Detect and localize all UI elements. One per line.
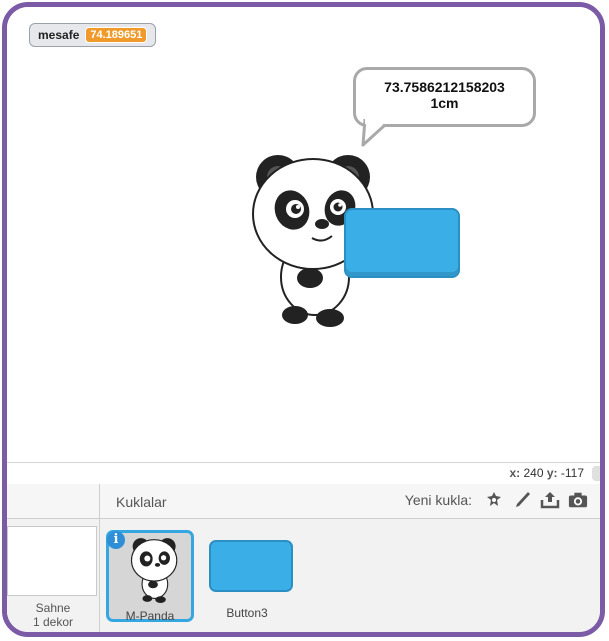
upload-icon[interactable] xyxy=(540,490,560,510)
speech-line-1: 73.7586212158203 xyxy=(384,79,505,95)
sprite-thumb-button3[interactable]: Button3 xyxy=(203,530,293,622)
x-label: x: xyxy=(509,466,521,480)
sprites-header: Kuklalar Yeni kukla: xyxy=(100,484,600,519)
mouse-coordinates: x: 240 y: -117 xyxy=(509,466,584,480)
stage-name: Sahne xyxy=(35,601,71,615)
speech-line-2: 1cm xyxy=(430,95,459,111)
variable-name: mesafe xyxy=(38,28,80,42)
camera-icon[interactable] xyxy=(568,490,588,510)
stage[interactable]: mesafe 74.189651 73.7586212158203 1cm xyxy=(7,7,600,462)
sprites-title: Kuklalar xyxy=(116,494,167,510)
paint-brush-icon[interactable] xyxy=(512,490,532,510)
bottom-panel: Sahne 1 dekor Kuklalar Yeni kukla: i M-P… xyxy=(7,484,600,632)
variable-value: 74.189651 xyxy=(85,27,148,43)
info-icon[interactable]: i xyxy=(107,531,125,549)
stage-label: Sahne 1 dekor xyxy=(7,601,99,629)
speech-bubble: 73.7586212158203 1cm xyxy=(353,67,536,127)
panda-thumbnail-icon xyxy=(130,538,178,603)
sprite-thumbnail[interactable]: i M-Panda xyxy=(106,530,194,623)
sprite-library-icon[interactable] xyxy=(484,490,504,510)
stage-thumbnail[interactable] xyxy=(7,526,97,596)
button3-sprite[interactable] xyxy=(344,208,460,278)
sprite-name: Button3 xyxy=(226,606,268,620)
app-frame: mesafe 74.189651 73.7586212158203 1cm x:… xyxy=(2,2,605,637)
sprite-name: M-Panda xyxy=(125,609,175,623)
y-label: y: xyxy=(546,466,558,480)
stage-pane[interactable]: Sahne 1 dekor xyxy=(7,484,100,632)
variable-monitor[interactable]: mesafe 74.189651 xyxy=(29,23,157,47)
y-value: -117 xyxy=(560,466,584,480)
sprite-thumbnail[interactable]: Button3 xyxy=(203,530,293,622)
new-sprite-label: Yeni kukla: xyxy=(404,492,472,508)
backdrop-count: 1 dekor xyxy=(32,615,74,629)
button-thumbnail-icon xyxy=(209,540,293,592)
new-sprite-toolbar: Yeni kukla: xyxy=(405,490,588,510)
collapse-arrow-icon[interactable] xyxy=(592,466,600,481)
speech-bubble-tail xyxy=(361,119,387,147)
stage-pane-header xyxy=(7,484,99,519)
x-value: 240 xyxy=(523,466,544,480)
stage-status-bar: x: 240 y: -117 xyxy=(7,462,600,485)
sprite-thumb-m-panda[interactable]: i M-Panda xyxy=(106,530,196,623)
